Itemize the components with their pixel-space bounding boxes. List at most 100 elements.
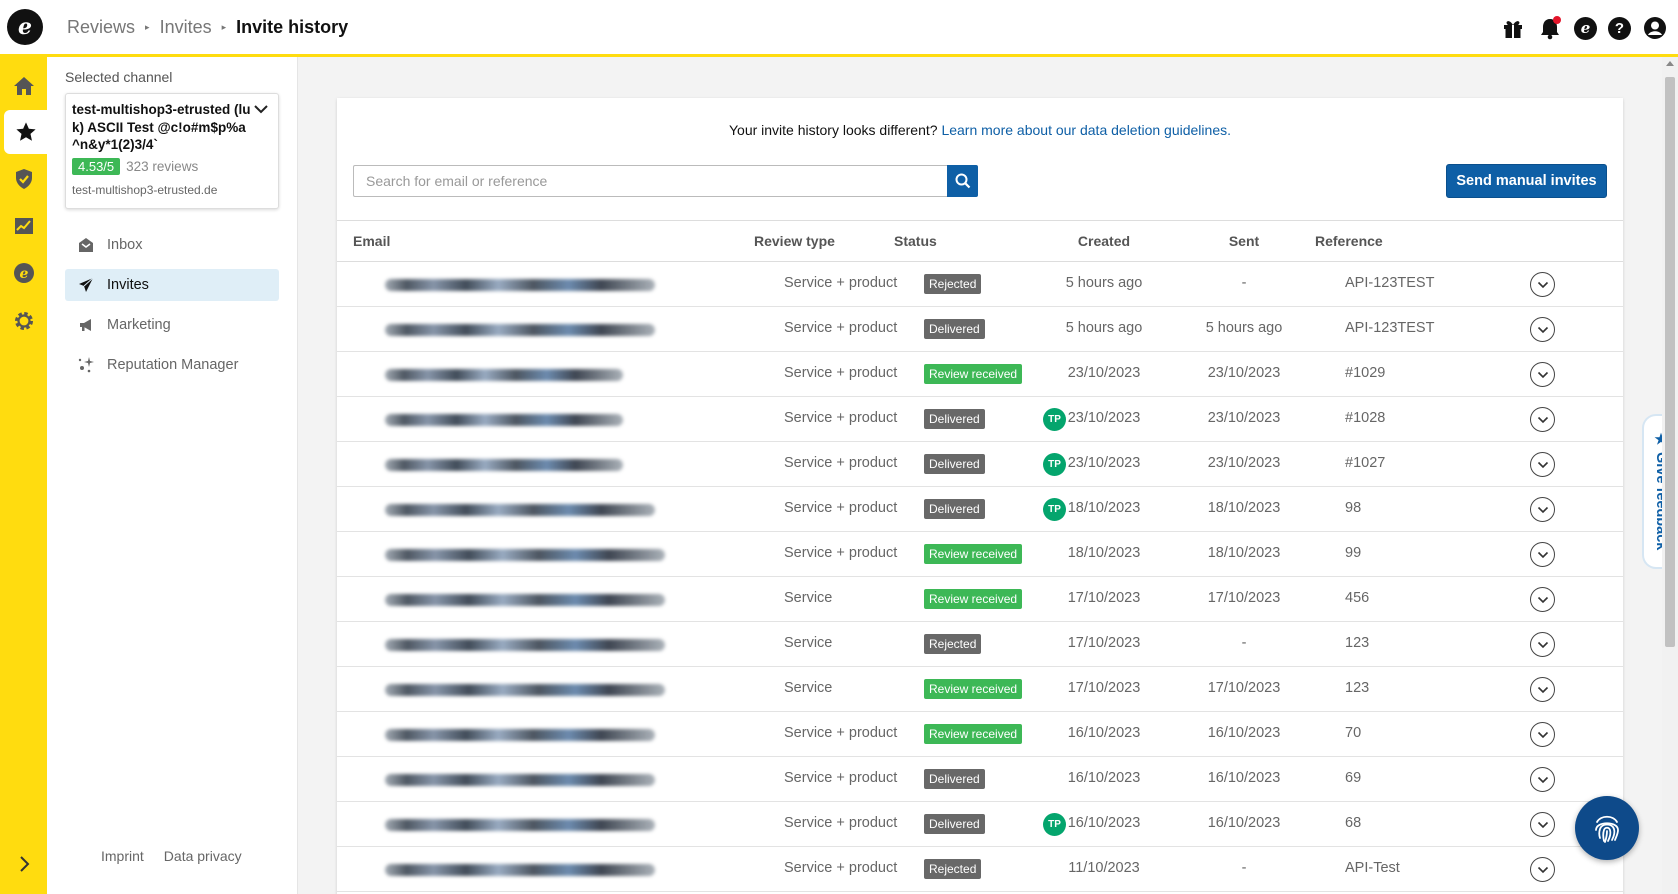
data-privacy-link[interactable]: Data privacy [164, 848, 242, 864]
sent-cell: - [1241, 275, 1247, 291]
created-cell: 23/10/2023 [1067, 455, 1141, 471]
column-review-type[interactable]: Review type [754, 233, 835, 249]
status-cell: Delivered [924, 814, 985, 834]
status-badge: Review received [924, 679, 1023, 699]
breadcrumb-separator-icon: ▸ [145, 21, 150, 32]
table-row[interactable]: Service Rejected 17/10/2023 - 123 [337, 622, 1623, 667]
column-reference[interactable]: Reference [1315, 233, 1383, 249]
review-type-cell: Service + product [784, 275, 898, 291]
send-manual-invites-button[interactable]: Send manual invites [1446, 164, 1607, 198]
user-icon[interactable] [1642, 15, 1668, 41]
review-type-cell: Service + product [784, 770, 898, 786]
created-cell: 17/10/2023 [1067, 590, 1141, 606]
megaphone-icon [77, 316, 95, 334]
channel-name: test-multishop3-etrusted (luk) ASCII Tes… [72, 102, 251, 152]
sent-cell: 23/10/2023 [1207, 410, 1281, 426]
channel-selector[interactable]: test-multishop3-etrusted (luk) ASCII Tes… [65, 93, 279, 209]
etrusted-icon[interactable]: e [1574, 16, 1597, 40]
column-email[interactable]: Email [353, 233, 390, 249]
status-badge: Delivered [924, 409, 985, 429]
expand-row-chevron-icon[interactable] [1530, 632, 1555, 657]
expand-row-chevron-icon[interactable] [1530, 857, 1555, 882]
sent-cell: 16/10/2023 [1207, 815, 1281, 831]
breadcrumb-reviews[interactable]: Reviews [67, 17, 135, 38]
sidebar-item-inbox[interactable]: Inbox [65, 229, 279, 261]
bell-icon[interactable] [1537, 15, 1563, 41]
sent-cell: 23/10/2023 [1207, 455, 1281, 471]
expand-sidebar-chevron-icon[interactable] [0, 844, 47, 884]
table-row[interactable]: Service + product Delivered 16/10/2023 16/1… [337, 757, 1623, 802]
paper-plane-icon [77, 276, 95, 294]
reference-cell: API-Test [1345, 860, 1400, 876]
search-button[interactable] [947, 165, 978, 197]
page-scrollbar[interactable] [1662, 57, 1678, 894]
table-row[interactable]: Service + product Delivered TP 18/10/2023 18… [337, 487, 1623, 532]
review-type-cell: Service + product [784, 815, 898, 831]
etrusted-logo[interactable]: e [7, 9, 43, 45]
expand-row-chevron-icon[interactable] [1530, 542, 1555, 567]
column-status[interactable]: Status [894, 233, 937, 249]
reference-cell: 69 [1345, 770, 1362, 786]
expand-row-chevron-icon[interactable] [1530, 362, 1555, 387]
table-row[interactable]: Service Review received 17/10/2023 17/10/20… [337, 667, 1623, 712]
shield-icon[interactable] [0, 157, 47, 201]
expand-row-chevron-icon[interactable] [1530, 812, 1555, 837]
review-type-cell: Service + product [784, 545, 898, 561]
gift-icon[interactable] [1500, 15, 1526, 41]
table-row[interactable]: Service + product Rejected 11/10/2023 - API-… [337, 847, 1623, 892]
redacted-email [385, 594, 665, 606]
sent-cell: 23/10/2023 [1207, 365, 1281, 381]
sidebar-item-reputation-manager[interactable]: Reputation Manager [65, 349, 279, 381]
status-cell: Rejected [924, 859, 982, 879]
expand-row-chevron-icon[interactable] [1530, 272, 1555, 297]
table-row[interactable]: Service + product Review received 23/10/20… [337, 352, 1623, 397]
table-row[interactable]: Service + product Review received 18/10/20… [337, 532, 1623, 577]
sidebar-nav: Inbox Invites Marketing Reputation Manag… [65, 229, 279, 389]
created-cell: 18/10/2023 [1067, 500, 1141, 516]
expand-row-chevron-icon[interactable] [1530, 722, 1555, 747]
reference-cell: 68 [1345, 815, 1362, 831]
expand-row-chevron-icon[interactable] [1530, 587, 1555, 612]
etrusted-icon[interactable]: e [0, 251, 47, 295]
expand-row-chevron-icon[interactable] [1530, 317, 1555, 342]
expand-row-chevron-icon[interactable] [1530, 767, 1555, 792]
column-created[interactable]: Created [1034, 233, 1174, 249]
created-cell: 17/10/2023 [1067, 680, 1141, 696]
search-input[interactable] [353, 165, 948, 197]
status-badge: Review received [924, 544, 1023, 564]
table-row[interactable]: Service + product Rejected 5 hours ago - API… [337, 262, 1623, 307]
table-row[interactable]: Service + product Delivered 5 hours ago 5 h… [337, 307, 1623, 352]
home-icon[interactable] [0, 64, 47, 108]
column-sent[interactable]: Sent [1174, 233, 1314, 249]
status-cell: Rejected [924, 274, 982, 294]
table-row[interactable]: Service Review received 17/10/2023 17/10/20… [337, 577, 1623, 622]
sidebar-item-marketing[interactable]: Marketing [65, 309, 279, 341]
chevron-down-icon[interactable] [253, 102, 269, 120]
sidebar-item-invites[interactable]: Invites [65, 269, 279, 301]
created-cell: 11/10/2023 [1068, 860, 1140, 876]
expand-row-chevron-icon[interactable] [1530, 497, 1555, 522]
status-cell: Rejected [924, 634, 982, 654]
table-row[interactable]: Service + product Delivered TP 23/10/2023 23… [337, 442, 1623, 487]
help-icon[interactable]: ? [1608, 16, 1631, 40]
imprint-link[interactable]: Imprint [101, 848, 144, 864]
status-badge: Delivered [924, 769, 985, 789]
redacted-email [385, 639, 665, 651]
gear-icon[interactable] [0, 299, 47, 343]
star-icon[interactable] [4, 110, 47, 154]
fingerprint-chat-button[interactable] [1575, 796, 1639, 860]
expand-row-chevron-icon[interactable] [1530, 452, 1555, 477]
expand-row-chevron-icon[interactable] [1530, 407, 1555, 432]
sent-cell: 18/10/2023 [1207, 545, 1281, 561]
table-row[interactable]: Service + product Delivered TP 16/10/2023 16… [337, 802, 1623, 847]
scrollbar-thumb[interactable] [1665, 77, 1675, 647]
scroll-up-arrow-icon[interactable] [1666, 61, 1674, 66]
review-type-cell: Service [784, 680, 833, 696]
data-deletion-link[interactable]: Learn more about our data deletion guide… [941, 122, 1231, 138]
expand-row-chevron-icon[interactable] [1530, 677, 1555, 702]
table-row[interactable]: Service + product Delivered TP 23/10/2023 23… [337, 397, 1623, 442]
table-row[interactable]: Service + product Review received 16/10/20… [337, 712, 1623, 757]
breadcrumb-invites[interactable]: Invites [160, 17, 212, 38]
created-cell: 16/10/2023 [1067, 770, 1141, 786]
chart-icon[interactable] [0, 204, 47, 248]
